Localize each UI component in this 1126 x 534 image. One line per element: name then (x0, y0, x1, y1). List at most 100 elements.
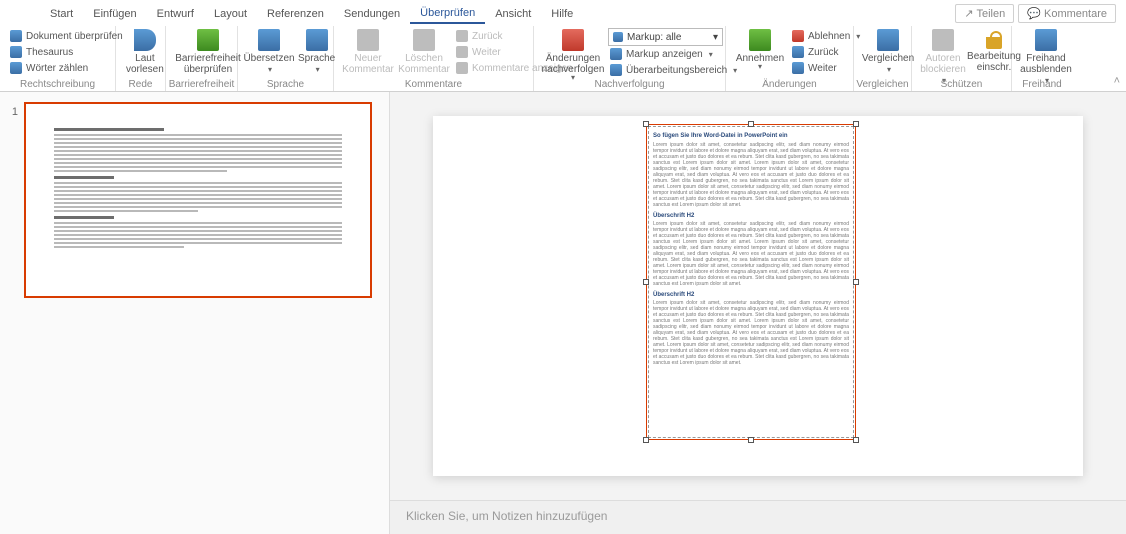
slide-number: 1 (0, 102, 24, 534)
tab-design[interactable]: Entwurf (147, 4, 204, 23)
translate-button[interactable]: Übersetzen (246, 28, 292, 76)
tab-references[interactable]: Referenzen (257, 4, 334, 23)
doc-paragraph: Lorem ipsum dolor sit amet, consetetur s… (653, 221, 849, 287)
thesaurus-icon (10, 46, 22, 58)
resize-handle[interactable] (643, 121, 649, 127)
group-label: Rede (116, 79, 165, 90)
show-comments-icon (456, 62, 468, 74)
resize-handle[interactable] (853, 121, 859, 127)
thesaurus-button[interactable]: Thesaurus (8, 44, 125, 60)
delete-comment-button[interactable]: Löschen Kommentar (398, 28, 450, 76)
language-icon (306, 29, 328, 51)
delete-comment-icon (413, 29, 435, 51)
group-speech: Laut vorlesen Rede (116, 26, 166, 91)
block-authors-icon (932, 29, 954, 51)
group-label: Barrierefreiheit (166, 79, 237, 90)
next-icon (456, 46, 468, 58)
slide-editor[interactable]: So fügen Sie Ihre Word-Datei in PowerPoi… (390, 92, 1126, 500)
markup-combo[interactable]: Markup: alle▾ (608, 28, 723, 46)
group-comments: Neuer Kommentar Löschen Kommentar Zurück… (334, 26, 534, 91)
group-ink: Freihand ausblenden Freihand (1012, 26, 1072, 91)
group-accessibility: Barrierefreiheit überprüfen Barrierefrei… (166, 26, 238, 91)
ribbon: Dokument überprüfen Thesaurus Wörter zäh… (0, 26, 1126, 92)
translate-icon (258, 29, 280, 51)
prev-icon (792, 46, 804, 58)
word-count-button[interactable]: Wörter zählen (8, 60, 125, 76)
accessibility-icon (197, 29, 219, 51)
tab-view[interactable]: Ansicht (485, 4, 541, 23)
prev-change-button[interactable]: Zurück (790, 44, 862, 60)
group-label: Vergleichen (854, 79, 911, 90)
tab-review[interactable]: Überprüfen (410, 3, 485, 24)
resize-handle[interactable] (643, 437, 649, 443)
group-language: Übersetzen Sprache Sprache (238, 26, 334, 91)
group-label: Rechtschreibung (0, 79, 115, 90)
resize-handle[interactable] (748, 121, 754, 127)
main-pane: So fügen Sie Ihre Word-Datei in PowerPoi… (390, 92, 1126, 534)
group-label: Schützen (912, 79, 1011, 90)
doc-subheading: Überschrift H2 (653, 292, 849, 298)
group-changes: Annehmen▾ Ablehnen Zurück Weiter Änderun… (726, 26, 854, 91)
track-changes-button[interactable]: Änderungen nachverfolgen▾ (542, 28, 604, 82)
read-aloud-button[interactable]: Laut vorlesen (124, 28, 166, 76)
doc-paragraph: Lorem ipsum dolor sit amet, consetetur s… (653, 300, 849, 366)
accept-button[interactable]: Annehmen▾ (734, 28, 786, 71)
group-label: Sprache (238, 79, 333, 90)
restrict-editing-button[interactable]: Bearbeitung einschr. (970, 28, 1018, 74)
comments-button[interactable]: 💬 Kommentare (1018, 4, 1116, 23)
group-label: Freihand (1012, 79, 1072, 90)
reject-button[interactable]: Ablehnen (790, 28, 862, 44)
tab-help[interactable]: Hilfe (541, 4, 583, 23)
resize-handle[interactable] (853, 437, 859, 443)
tab-start[interactable]: Start (40, 4, 83, 23)
slide-canvas[interactable]: So fügen Sie Ihre Word-Datei in PowerPoi… (433, 116, 1083, 476)
tab-mailings[interactable]: Sendungen (334, 4, 410, 23)
resize-handle[interactable] (748, 437, 754, 443)
word-count-icon (10, 62, 22, 74)
resize-handle[interactable] (853, 279, 859, 285)
group-spelling: Dokument überprüfen Thesaurus Wörter zäh… (0, 26, 116, 91)
selected-textbox[interactable]: So fügen Sie Ihre Word-Datei in PowerPoi… (646, 124, 856, 440)
spell-check-button[interactable]: Dokument überprüfen (8, 28, 125, 44)
check-doc-icon (10, 30, 22, 42)
markup-icon (613, 32, 623, 42)
reject-icon (792, 30, 804, 42)
new-comment-icon (357, 29, 379, 51)
doc-paragraph: Lorem ipsum dolor sit amet, consetetur s… (653, 142, 849, 208)
review-pane-button[interactable]: Überarbeitungsbereich (608, 62, 739, 78)
new-comment-button[interactable]: Neuer Kommentar (342, 28, 394, 76)
group-compare: Vergleichen Vergleichen (854, 26, 912, 91)
read-aloud-icon (134, 29, 156, 51)
group-tracking: Änderungen nachverfolgen▾ Markup: alle▾ … (534, 26, 726, 91)
doc-heading: So fügen Sie Ihre Word-Datei in PowerPoi… (653, 133, 849, 139)
accept-icon (749, 29, 771, 51)
prev-icon (456, 30, 468, 42)
collapse-ribbon-button[interactable]: ˄ (1114, 75, 1120, 87)
ink-icon (1035, 29, 1057, 51)
accessibility-check-button[interactable]: Barrierefreiheit überprüfen (174, 28, 242, 76)
compare-button[interactable]: Vergleichen (862, 28, 914, 76)
share-button[interactable]: ↗ Teilen (955, 4, 1014, 23)
tab-layout[interactable]: Layout (204, 4, 257, 23)
group-label: Kommentare (334, 79, 533, 90)
next-change-button[interactable]: Weiter (790, 60, 862, 76)
tab-insert[interactable]: Einfügen (83, 4, 146, 23)
slide-thumbnail[interactable] (24, 102, 372, 298)
group-label: Nachverfolgung (534, 79, 725, 90)
workspace: 1 (0, 92, 1126, 534)
lock-icon (986, 37, 1002, 49)
group-label: Änderungen (726, 79, 853, 90)
next-icon (792, 62, 804, 74)
slide-thumbnail-pane: 1 (0, 92, 390, 534)
review-pane-icon (610, 64, 622, 76)
show-markup-icon (610, 48, 622, 60)
notes-pane[interactable]: Klicken Sie, um Notizen hinzuzufügen (390, 500, 1126, 534)
doc-subheading: Überschrift H2 (653, 213, 849, 219)
show-markup-button[interactable]: Markup anzeigen (608, 46, 739, 62)
ribbon-tab-bar: Start Einfügen Entwurf Layout Referenzen… (0, 0, 1126, 26)
language-button[interactable]: Sprache (296, 28, 337, 76)
resize-handle[interactable] (643, 279, 649, 285)
group-protect: Autoren blockieren Bearbeitung einschr. … (912, 26, 1012, 91)
compare-icon (877, 29, 899, 51)
track-changes-icon (562, 29, 584, 51)
